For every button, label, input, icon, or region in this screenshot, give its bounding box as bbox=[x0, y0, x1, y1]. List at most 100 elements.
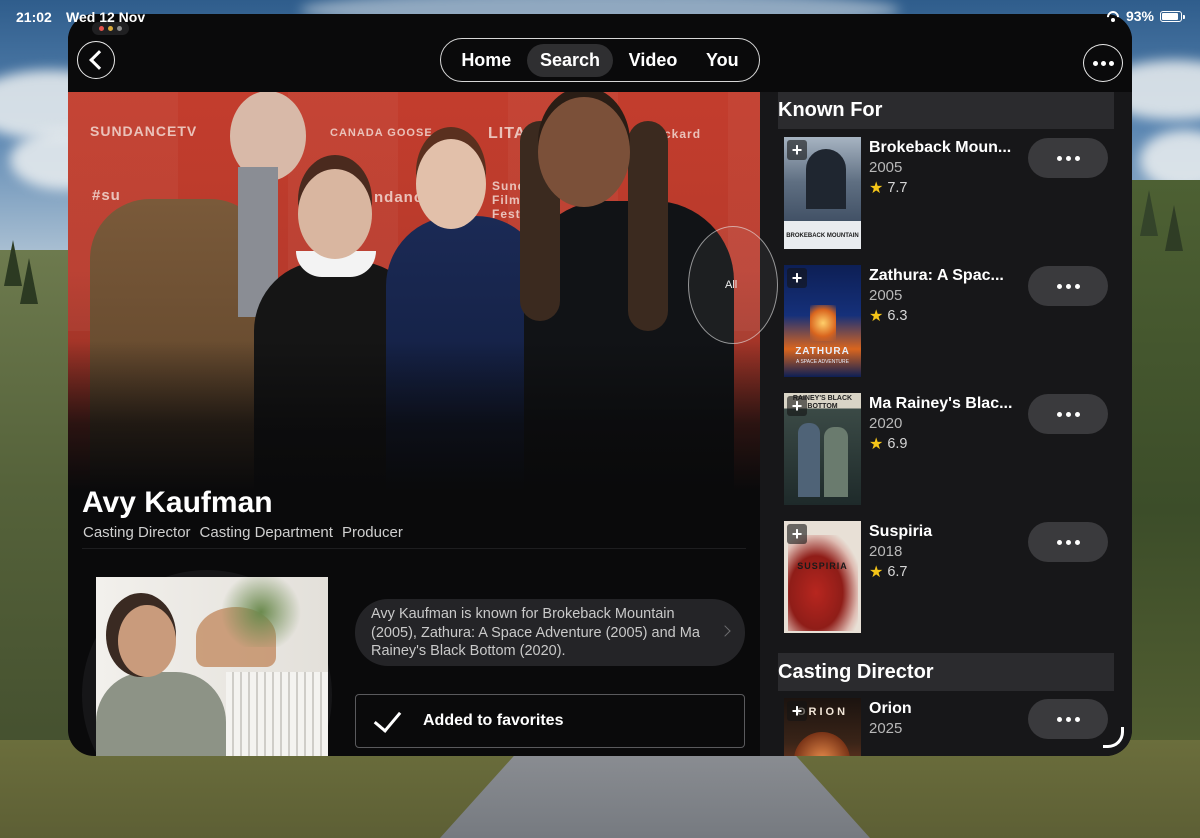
photo-radiator bbox=[226, 672, 328, 756]
person-name: Avy Kaufman bbox=[82, 486, 273, 519]
role-label: Casting Department bbox=[199, 524, 333, 541]
favorites-button[interactable]: Added to favorites bbox=[355, 694, 745, 748]
credit-more-button[interactable] bbox=[1028, 138, 1108, 178]
tab-you[interactable]: You bbox=[693, 44, 752, 77]
all-photos-button[interactable]: All bbox=[688, 226, 778, 344]
poster-title-text: SUSPIRIA bbox=[797, 561, 848, 571]
dots-icon bbox=[1056, 716, 1062, 722]
add-to-watchlist-icon[interactable]: + bbox=[787, 524, 807, 544]
poster-subtitle-text: A SPACE ADVENTURE bbox=[796, 359, 849, 365]
summary-text: Avy Kaufman is known for Brokeback Mount… bbox=[371, 606, 700, 659]
photo-plant bbox=[216, 577, 306, 647]
dots-icon bbox=[1074, 716, 1080, 722]
backdrop-text: SUNDANCETV bbox=[90, 123, 198, 139]
photo-person-head bbox=[118, 605, 176, 677]
rating-value: 7.7 bbox=[887, 180, 908, 196]
checkmark-icon bbox=[373, 703, 402, 733]
battery-percent: 93% bbox=[1125, 8, 1154, 24]
star-icon: ★ bbox=[869, 564, 884, 581]
credit-rating: ★ 7.7 bbox=[869, 178, 908, 198]
credit-rating: ★ 6.9 bbox=[869, 434, 908, 454]
battery-icon bbox=[1160, 10, 1185, 22]
credit-year: 2005 bbox=[869, 159, 903, 176]
rating-value: 6.7 bbox=[887, 564, 908, 580]
tab-bar: Home Search Video You bbox=[440, 38, 760, 82]
add-to-watchlist-icon[interactable]: + bbox=[787, 268, 807, 288]
star-icon: ★ bbox=[869, 180, 884, 197]
credit-title: Suspiria bbox=[869, 523, 933, 540]
dots-icon bbox=[1065, 155, 1071, 161]
backdrop-text: CANADA GOOSE bbox=[330, 127, 433, 139]
poster-title-text: ZATHURA bbox=[795, 346, 850, 357]
dots-icon bbox=[1056, 539, 1062, 545]
credit-title: Zathura: A Spac... bbox=[869, 267, 1004, 284]
tab-home[interactable]: Home bbox=[448, 44, 524, 77]
casting-director-header: Casting Director bbox=[778, 653, 1114, 691]
credit-more-button[interactable] bbox=[1028, 699, 1108, 739]
poster-art bbox=[806, 149, 846, 209]
profile-photo[interactable] bbox=[96, 577, 328, 756]
credit-year: 2020 bbox=[869, 415, 903, 432]
person-roles: Casting Director Casting Department Prod… bbox=[83, 524, 403, 541]
wallpaper-tree bbox=[1140, 190, 1158, 236]
credit-row[interactable]: ZATHURA A SPACE ADVENTURE + Zathura: A S… bbox=[784, 261, 1114, 377]
person-head bbox=[538, 97, 630, 207]
hero-photo: SUNDANCETV CANADA GOOSE LITA t Packard #… bbox=[68, 91, 760, 491]
dots-icon bbox=[1065, 716, 1071, 722]
credit-title: Brokeback Moun... bbox=[869, 139, 1012, 156]
credit-row[interactable]: BROKEBACK MOUNTAIN + Brokeback Moun... 2… bbox=[784, 133, 1114, 249]
credit-row[interactable]: RAINEY'S BLACK BOTTOM + Ma Rainey's Blac… bbox=[784, 389, 1114, 505]
chevron-left-icon bbox=[88, 50, 109, 70]
role-label: Producer bbox=[341, 524, 403, 541]
credit-title: Ma Rainey's Blac... bbox=[869, 395, 1013, 412]
status-time: 21:02 bbox=[16, 9, 52, 25]
credit-year: 2005 bbox=[869, 287, 903, 304]
status-date: Wed 12 Nov bbox=[66, 9, 146, 25]
status-right: 93% bbox=[1106, 8, 1185, 24]
poster-thumbnail[interactable]: BROKEBACK MOUNTAIN + bbox=[784, 137, 861, 249]
dots-icon bbox=[1065, 539, 1071, 545]
add-to-watchlist-icon[interactable]: + bbox=[787, 140, 807, 160]
tab-video[interactable]: Video bbox=[616, 44, 691, 77]
more-dots-icon bbox=[1100, 60, 1106, 66]
poster-thumbnail[interactable]: SUSPIRIA + bbox=[784, 521, 861, 633]
credit-year: 2025 bbox=[869, 720, 903, 737]
credit-more-button[interactable] bbox=[1028, 394, 1108, 434]
add-to-watchlist-icon[interactable]: + bbox=[787, 701, 807, 721]
add-to-watchlist-icon[interactable]: + bbox=[787, 396, 807, 416]
more-dots-icon bbox=[1108, 60, 1114, 66]
dots-icon bbox=[1065, 411, 1071, 417]
dots-icon bbox=[1074, 283, 1080, 289]
backdrop-text: #su bbox=[92, 187, 121, 204]
rating-value: 6.9 bbox=[887, 436, 908, 452]
photo-person-body bbox=[96, 672, 226, 756]
more-options-button[interactable] bbox=[1083, 44, 1123, 82]
hero-fade bbox=[68, 341, 760, 491]
poster-thumbnail[interactable]: ZATHURA A SPACE ADVENTURE + bbox=[784, 265, 861, 377]
dots-icon bbox=[1074, 539, 1080, 545]
poster-thumbnail[interactable]: RAINEY'S BLACK BOTTOM + bbox=[784, 393, 861, 505]
dots-icon bbox=[1074, 411, 1080, 417]
person-hair bbox=[628, 121, 668, 331]
poster-art bbox=[810, 305, 836, 341]
known-for-summary[interactable]: Avy Kaufman is known for Brokeback Mount… bbox=[355, 599, 745, 666]
tab-search[interactable]: Search bbox=[526, 43, 614, 77]
more-dots-icon bbox=[1092, 60, 1098, 66]
poster-art bbox=[798, 423, 820, 497]
rating-value: 6.3 bbox=[887, 308, 908, 324]
credit-row[interactable]: ORION + Orion 2025 bbox=[784, 694, 1114, 756]
credit-row[interactable]: SUSPIRIA + Suspiria 2018 ★ 6.7 bbox=[784, 517, 1114, 633]
credit-more-button[interactable] bbox=[1028, 522, 1108, 562]
credit-year: 2018 bbox=[869, 543, 903, 560]
dots-icon bbox=[1065, 283, 1071, 289]
poster-thumbnail[interactable]: ORION + bbox=[784, 698, 861, 756]
dots-icon bbox=[1056, 411, 1062, 417]
credit-more-button[interactable] bbox=[1028, 266, 1108, 306]
favorites-label: Added to favorites bbox=[423, 712, 564, 729]
known-for-header: Known For bbox=[778, 91, 1114, 129]
poster-title-text: BROKEBACK MOUNTAIN bbox=[786, 233, 859, 239]
role-label: Casting Director bbox=[83, 524, 191, 541]
divider bbox=[82, 548, 746, 549]
poster-art bbox=[788, 535, 858, 631]
back-button[interactable] bbox=[77, 41, 115, 79]
